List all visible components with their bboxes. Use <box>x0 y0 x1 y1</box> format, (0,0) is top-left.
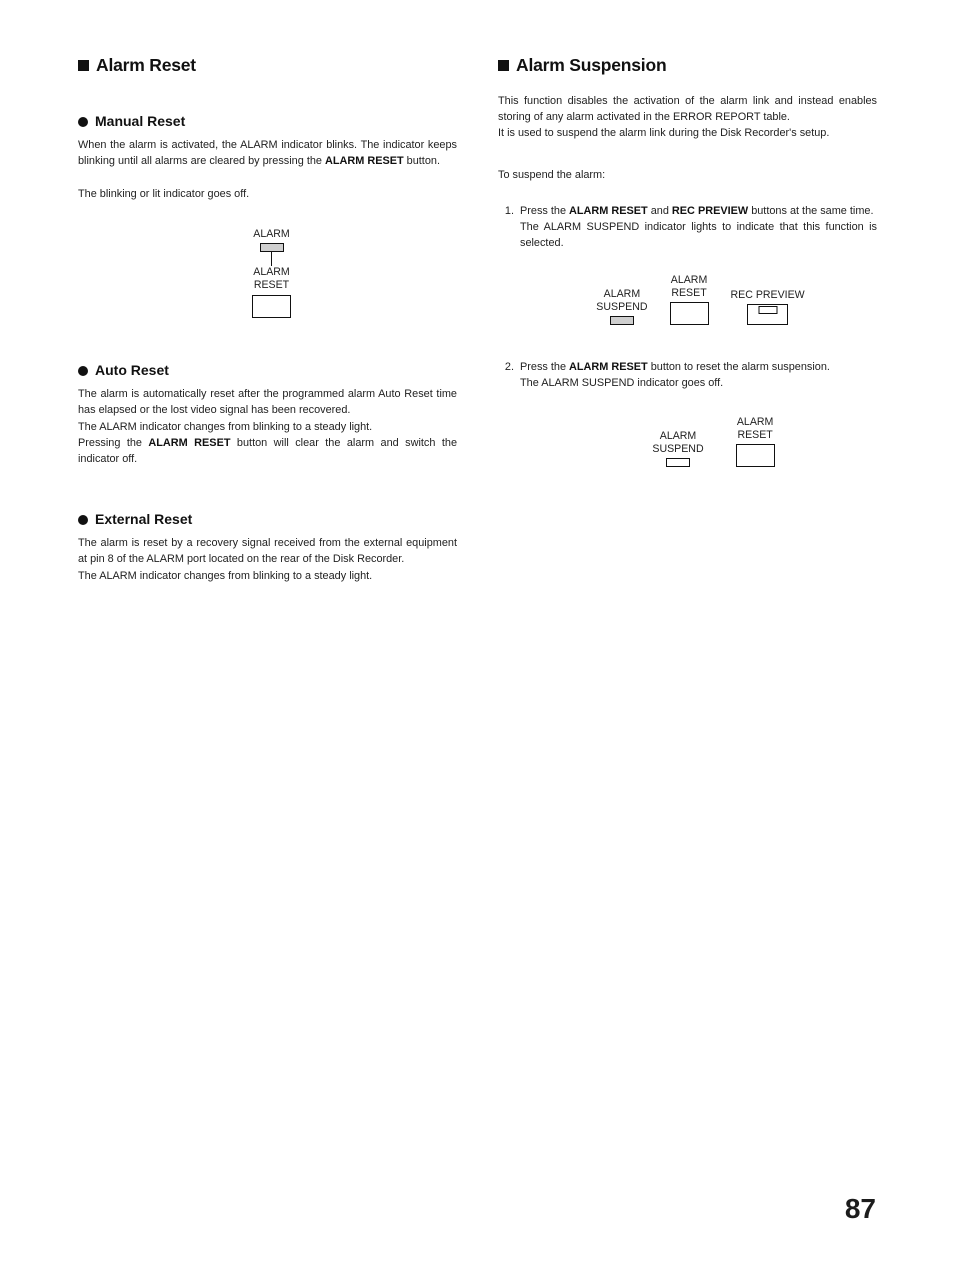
alarm-suspend-indicator-label: ALARM SUSPEND <box>596 287 648 313</box>
step1-tail: buttons at the same time. <box>748 205 874 218</box>
step1-bold-rec-preview: REC PREVIEW <box>671 205 749 218</box>
step1-mid: and <box>647 205 672 218</box>
step2-tail: button to reset the alarm suspension. <box>647 361 830 374</box>
manual-page: Alarm Reset Manual Reset When the alarm … <box>0 0 954 1263</box>
auto-reset-paragraph-2: The ALARM indicator changes from blinkin… <box>78 420 373 433</box>
rec-preview-button-icon <box>747 304 789 326</box>
diagram-alarm-reset-group: ALARM RESET <box>669 273 709 326</box>
diagram-alarm-suspend-on: ALARM SUSPEND ALARM RESET REC PREVIEW <box>498 274 877 326</box>
alarm-reset-button-label: ALARM RESET <box>670 273 708 299</box>
subsection-heading-manual-reset: Manual Reset <box>78 113 457 131</box>
right-column: Alarm Suspension This function disables … <box>498 55 877 468</box>
left-column: Alarm Reset Manual Reset When the alarm … <box>78 55 457 584</box>
step-text: Press the ALARM RESET button to reset th… <box>520 359 877 391</box>
diagram-manual-reset: ALARM ALARM RESET <box>78 228 457 318</box>
alarm-indicator-lamp-icon <box>259 243 284 253</box>
subsection-heading-external-reset: External Reset <box>78 511 457 529</box>
subheading-text: External Reset <box>95 510 193 527</box>
step1-head: Press the <box>520 205 570 218</box>
heading-text: Alarm Reset <box>96 55 196 75</box>
alarm-indicator-label: ALARM <box>253 227 290 240</box>
section-heading-alarm-reset: Alarm Reset <box>78 55 457 77</box>
circle-bullet-icon <box>78 514 88 525</box>
diagram-alarm-reset-button-group: ALARM RESET <box>252 266 291 318</box>
alarm-reset-button-icon <box>735 444 775 468</box>
diagram-alarm-suspend-group: ALARM SUSPEND <box>652 429 704 468</box>
subheading-text: Auto Reset <box>95 361 169 378</box>
suspension-lead-in: To suspend the alarm: <box>498 169 606 182</box>
subsection-heading-auto-reset: Auto Reset <box>78 362 457 380</box>
step2-head: Press the <box>520 361 570 374</box>
step2-line2: The ALARM SUSPEND indicator goes off. <box>520 377 724 390</box>
rec-preview-button-label: REC PREVIEW <box>730 288 805 301</box>
alarm-suspend-lamp-icon <box>666 458 690 468</box>
auto-reset-paragraph-3: Pressing the ALARM RESET button will cle… <box>78 435 457 467</box>
diagram-alarm-suspend-group: ALARM SUSPEND <box>596 287 648 326</box>
step-text: Press the ALARM RESET and REC PREVIEW bu… <box>520 203 877 251</box>
page-number: 87 <box>844 1193 876 1224</box>
step-number: 2. <box>504 361 514 374</box>
square-bullet-icon <box>498 60 509 72</box>
step-item-2: 2. Press the ALARM RESET button to reset… <box>498 359 877 391</box>
alarm-reset-button-icon <box>669 302 709 326</box>
diagram-connector-line <box>270 252 273 267</box>
external-reset-paragraph-1: The alarm is reset by a recovery signal … <box>78 537 457 566</box>
external-reset-paragraph-2: The ALARM indicator changes from blinkin… <box>78 569 373 582</box>
auto-reset-p3-bold: ALARM RESET <box>148 436 231 449</box>
square-bullet-icon <box>78 60 89 72</box>
diagram-rec-preview-group: REC PREVIEW <box>730 288 805 326</box>
circle-bullet-icon <box>78 116 88 127</box>
heading-text: Alarm Suspension <box>516 55 667 75</box>
alarm-reset-button-label: ALARM RESET <box>253 266 290 292</box>
manual-reset-p1-bold: ALARM RESET <box>324 155 404 168</box>
auto-reset-paragraph-1: The alarm is automatically reset after t… <box>78 388 457 417</box>
subheading-text: Manual Reset <box>95 112 186 129</box>
auto-reset-p3-head: Pressing the <box>78 436 149 449</box>
step2-bold-alarm-reset: ALARM RESET <box>569 361 648 374</box>
step-item-1: 1. Press the ALARM RESET and REC PREVIEW… <box>498 203 877 251</box>
suspension-intro-paragraph-2: It is used to suspend the alarm link dur… <box>498 127 830 140</box>
diagram-alarm-suspend-off: ALARM SUSPEND ALARM RESET <box>498 416 877 468</box>
circle-bullet-icon <box>78 365 88 376</box>
section-heading-alarm-suspension: Alarm Suspension <box>498 55 877 77</box>
step1-bold-alarm-reset: ALARM RESET <box>569 205 648 218</box>
alarm-reset-button-icon <box>252 294 291 318</box>
diagram-alarm-reset-group: ALARM RESET <box>735 415 775 468</box>
manual-reset-paragraph-2: The blinking or lit indicator goes off. <box>78 187 250 200</box>
manual-reset-p1-tail: button. <box>403 155 440 168</box>
alarm-suspend-indicator-label: ALARM SUSPEND <box>652 429 704 455</box>
manual-reset-paragraph-1: When the alarm is activated, the ALARM i… <box>78 137 457 169</box>
alarm-reset-button-label: ALARM RESET <box>736 415 774 441</box>
step1-line2: The ALARM SUSPEND indicator lights to in… <box>520 221 877 250</box>
step-number: 1. <box>504 205 514 218</box>
diagram-alarm-indicator-group: ALARM <box>253 227 290 267</box>
suspension-intro-paragraph-1: This function disables the activation of… <box>498 94 877 123</box>
alarm-suspend-lamp-icon <box>609 316 634 326</box>
